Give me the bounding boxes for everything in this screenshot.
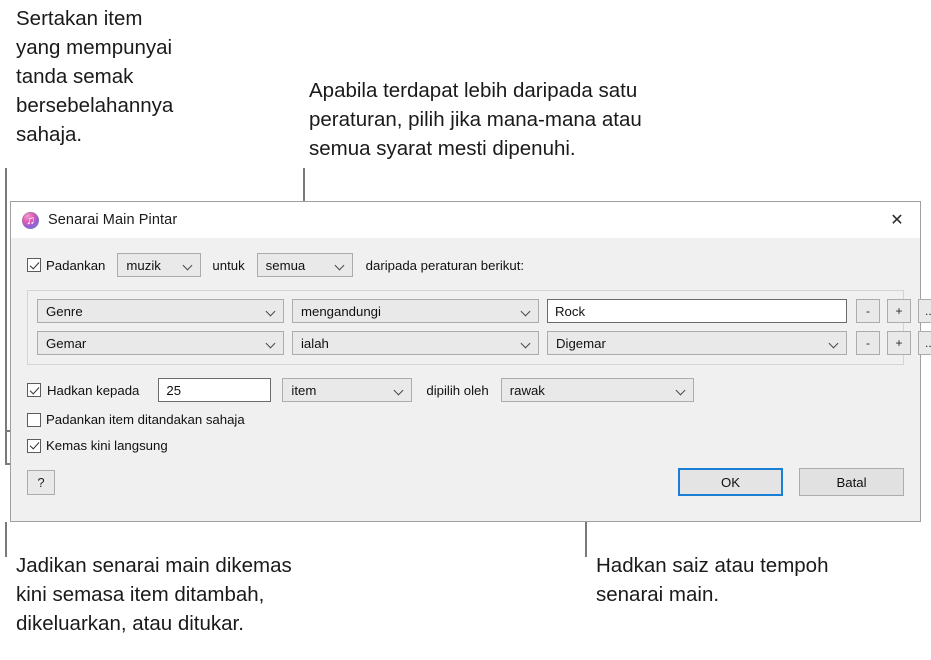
rules-panel: Genre mengandungi Rock - + ... Gemar [27, 290, 931, 365]
match-kind-dropdown[interactable]: muzik [117, 253, 202, 277]
limit-selection-value: rawak [509, 382, 545, 398]
limit-amount-input[interactable]: 25 [158, 378, 272, 402]
match-checkbox[interactable] [27, 258, 41, 272]
match-row: Padankan muzik untuk semua daripada pera… [27, 253, 904, 277]
add-rule-button[interactable]: + [887, 331, 911, 355]
limit-checkbox[interactable] [27, 383, 41, 397]
more-options-button[interactable]: ... [918, 299, 931, 323]
live-update-checkbox[interactable] [27, 438, 41, 453]
only-checked-row[interactable]: Padankan item ditandakan sahaja [27, 412, 904, 427]
only-checked-checkbox[interactable] [27, 412, 41, 427]
limit-unit-value: item [291, 382, 317, 398]
limit-label: Hadkan kepada [47, 382, 140, 398]
annotation-top-right: Apabila terdapat lebih daripada satu per… [309, 79, 642, 160]
ok-button[interactable]: OK [678, 468, 783, 496]
chevron-down-icon [184, 262, 192, 270]
rule-operator-dropdown[interactable]: ialah [292, 331, 539, 355]
chevron-down-icon [677, 387, 685, 395]
dialog-title: Senarai Main Pintar [48, 212, 178, 228]
live-update-label: Kemas kini langsung [46, 438, 168, 453]
itunes-icon [22, 211, 39, 229]
rule-row: Gemar ialah Digemar - + ... [37, 331, 931, 355]
rule-value-dropdown[interactable]: Digemar [547, 331, 847, 355]
annotation-top-left: Sertakan item yang mempunyai tanda semak… [16, 7, 174, 146]
chevron-down-icon [522, 308, 530, 316]
rule-operator-dropdown[interactable]: mengandungi [292, 299, 539, 323]
more-options-button[interactable]: ... [918, 331, 931, 355]
leader-line-bottom-left [5, 522, 7, 557]
chevron-down-icon [830, 340, 838, 348]
match-scope-dropdown[interactable]: semua [256, 253, 353, 277]
match-label: Padankan [46, 257, 106, 273]
match-between-label: untuk [212, 257, 245, 273]
chevron-down-icon [267, 308, 275, 316]
cancel-button[interactable]: Batal [799, 468, 904, 496]
annotation-bottom-left: Jadikan senarai main dikemas kini semasa… [16, 554, 292, 635]
rule-row: Genre mengandungi Rock - + ... [37, 299, 931, 323]
smart-playlist-dialog: Senarai Main Pintar ✕ Padankan muzik unt… [10, 201, 931, 522]
match-trailing-label: daripada peraturan berikut: [365, 257, 525, 273]
dialog-body: Padankan muzik untuk semua daripada pera… [11, 253, 931, 496]
rule-field-value: Gemar [46, 335, 87, 351]
dialog-button-bar: ? OK Batal [27, 468, 904, 496]
match-scope-value: semua [265, 257, 306, 273]
remove-rule-button[interactable]: - [856, 299, 880, 323]
rule-operator-value: mengandungi [301, 303, 381, 319]
chevron-down-icon [522, 340, 530, 348]
rule-value-text: Rock [555, 303, 586, 319]
rule-operator-value: ialah [301, 335, 329, 351]
leader-line-top-left [5, 168, 7, 464]
help-button[interactable]: ? [27, 469, 55, 495]
chevron-down-icon [267, 340, 275, 348]
rule-field-dropdown[interactable]: Genre [37, 299, 284, 323]
chevron-down-icon [336, 262, 344, 270]
rule-value-input[interactable]: Rock [547, 299, 847, 323]
remove-rule-button[interactable]: - [856, 331, 880, 355]
close-icon[interactable]: ✕ [874, 202, 920, 237]
rule-value-text: Digemar [556, 335, 606, 351]
limit-unit-dropdown[interactable]: item [282, 378, 413, 402]
limit-selection-dropdown[interactable]: rawak [500, 378, 694, 402]
add-rule-button[interactable]: + [887, 299, 911, 323]
annotation-bottom-right: Hadkan saiz atau tempoh senarai main. [596, 554, 829, 606]
live-update-row[interactable]: Kemas kini langsung [27, 438, 904, 453]
limit-amount-value: 25 [166, 382, 182, 398]
match-kind-value: muzik [126, 257, 161, 273]
rule-field-value: Genre [46, 303, 83, 319]
dialog-titlebar: Senarai Main Pintar ✕ [11, 202, 920, 238]
chevron-down-icon [395, 387, 403, 395]
limit-row: Hadkan kepada 25 item dipilih oleh rawak [27, 378, 904, 402]
rule-field-dropdown[interactable]: Gemar [37, 331, 284, 355]
only-checked-label: Padankan item ditandakan sahaja [46, 412, 245, 427]
limit-chosen-by-label: dipilih oleh [426, 382, 489, 398]
